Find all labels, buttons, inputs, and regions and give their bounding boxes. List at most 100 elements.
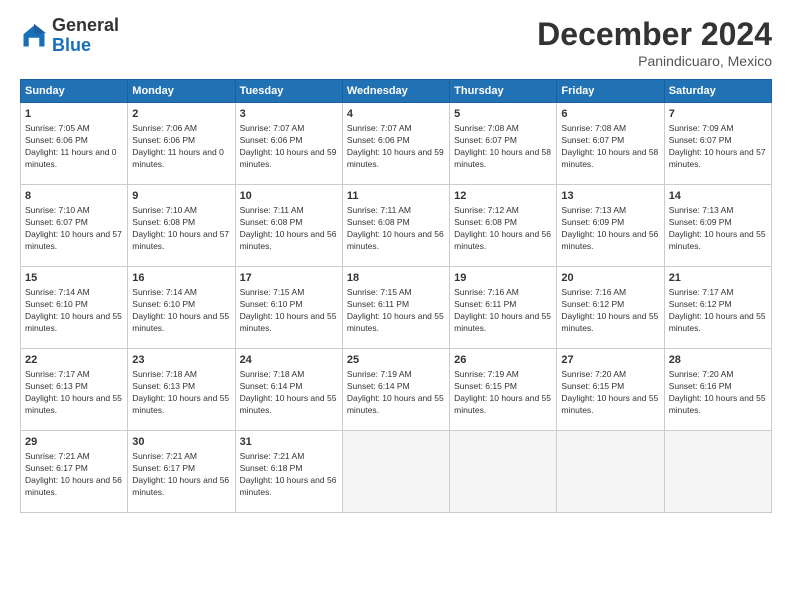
day-header-sunday: Sunday [21,80,128,103]
logo-text: General Blue [52,16,119,56]
calendar-cell [664,431,771,513]
calendar-cell: 6Sunrise: 7:08 AMSunset: 6:07 PMDaylight… [557,103,664,185]
calendar-cell: 18Sunrise: 7:15 AMSunset: 6:11 PMDayligh… [342,267,449,349]
day-content: Sunrise: 7:13 AMSunset: 6:09 PMDaylight:… [669,205,767,253]
day-number: 16 [132,271,230,286]
day-content: Sunrise: 7:07 AMSunset: 6:06 PMDaylight:… [347,123,445,171]
calendar-cell: 2Sunrise: 7:06 AMSunset: 6:06 PMDaylight… [128,103,235,185]
day-content: Sunrise: 7:15 AMSunset: 6:11 PMDaylight:… [347,287,445,335]
calendar-cell: 20Sunrise: 7:16 AMSunset: 6:12 PMDayligh… [557,267,664,349]
day-content: Sunrise: 7:20 AMSunset: 6:15 PMDaylight:… [561,369,659,417]
day-header-monday: Monday [128,80,235,103]
day-content: Sunrise: 7:20 AMSunset: 6:16 PMDaylight:… [669,369,767,417]
calendar-cell: 30Sunrise: 7:21 AMSunset: 6:17 PMDayligh… [128,431,235,513]
day-content: Sunrise: 7:21 AMSunset: 6:17 PMDaylight:… [132,451,230,499]
logo-icon [20,22,48,50]
logo-blue: Blue [52,35,91,55]
day-content: Sunrise: 7:19 AMSunset: 6:15 PMDaylight:… [454,369,552,417]
day-header-tuesday: Tuesday [235,80,342,103]
day-number: 13 [561,189,659,204]
calendar-cell: 23Sunrise: 7:18 AMSunset: 6:13 PMDayligh… [128,349,235,431]
day-number: 21 [669,271,767,286]
day-content: Sunrise: 7:19 AMSunset: 6:14 PMDaylight:… [347,369,445,417]
calendar-cell: 12Sunrise: 7:12 AMSunset: 6:08 PMDayligh… [450,185,557,267]
day-number: 11 [347,189,445,204]
page: General Blue December 2024 Panindicuaro,… [0,0,792,612]
calendar-cell: 14Sunrise: 7:13 AMSunset: 6:09 PMDayligh… [664,185,771,267]
day-content: Sunrise: 7:15 AMSunset: 6:10 PMDaylight:… [240,287,338,335]
calendar-cell: 21Sunrise: 7:17 AMSunset: 6:12 PMDayligh… [664,267,771,349]
day-number: 26 [454,353,552,368]
day-content: Sunrise: 7:14 AMSunset: 6:10 PMDaylight:… [132,287,230,335]
header: General Blue December 2024 Panindicuaro,… [20,16,772,69]
calendar-week-4: 22Sunrise: 7:17 AMSunset: 6:13 PMDayligh… [21,349,772,431]
calendar-cell [342,431,449,513]
day-number: 27 [561,353,659,368]
calendar-cell: 29Sunrise: 7:21 AMSunset: 6:17 PMDayligh… [21,431,128,513]
calendar-cell: 5Sunrise: 7:08 AMSunset: 6:07 PMDaylight… [450,103,557,185]
day-header-friday: Friday [557,80,664,103]
day-content: Sunrise: 7:18 AMSunset: 6:13 PMDaylight:… [132,369,230,417]
day-number: 25 [347,353,445,368]
calendar-cell: 27Sunrise: 7:20 AMSunset: 6:15 PMDayligh… [557,349,664,431]
day-number: 19 [454,271,552,286]
calendar-cell: 4Sunrise: 7:07 AMSunset: 6:06 PMDaylight… [342,103,449,185]
calendar-cell: 22Sunrise: 7:17 AMSunset: 6:13 PMDayligh… [21,349,128,431]
day-number: 4 [347,107,445,122]
day-number: 17 [240,271,338,286]
calendar-cell: 13Sunrise: 7:13 AMSunset: 6:09 PMDayligh… [557,185,664,267]
calendar-cell: 8Sunrise: 7:10 AMSunset: 6:07 PMDaylight… [21,185,128,267]
calendar-cell: 1Sunrise: 7:05 AMSunset: 6:06 PMDaylight… [21,103,128,185]
day-number: 31 [240,435,338,450]
logo-general: General [52,15,119,35]
calendar-cell [557,431,664,513]
day-content: Sunrise: 7:17 AMSunset: 6:12 PMDaylight:… [669,287,767,335]
day-content: Sunrise: 7:10 AMSunset: 6:08 PMDaylight:… [132,205,230,253]
day-number: 2 [132,107,230,122]
day-content: Sunrise: 7:06 AMSunset: 6:06 PMDaylight:… [132,123,230,171]
day-content: Sunrise: 7:07 AMSunset: 6:06 PMDaylight:… [240,123,338,171]
calendar-cell: 25Sunrise: 7:19 AMSunset: 6:14 PMDayligh… [342,349,449,431]
day-number: 30 [132,435,230,450]
day-number: 8 [25,189,123,204]
logo: General Blue [20,16,119,56]
calendar-subtitle: Panindicuaro, Mexico [537,53,772,69]
calendar-cell: 3Sunrise: 7:07 AMSunset: 6:06 PMDaylight… [235,103,342,185]
calendar-week-5: 29Sunrise: 7:21 AMSunset: 6:17 PMDayligh… [21,431,772,513]
title-block: December 2024 Panindicuaro, Mexico [537,16,772,69]
calendar-week-2: 8Sunrise: 7:10 AMSunset: 6:07 PMDaylight… [21,185,772,267]
day-number: 9 [132,189,230,204]
calendar-cell: 15Sunrise: 7:14 AMSunset: 6:10 PMDayligh… [21,267,128,349]
calendar-cell: 9Sunrise: 7:10 AMSunset: 6:08 PMDaylight… [128,185,235,267]
calendar-cell: 19Sunrise: 7:16 AMSunset: 6:11 PMDayligh… [450,267,557,349]
day-number: 29 [25,435,123,450]
day-header-thursday: Thursday [450,80,557,103]
calendar-week-1: 1Sunrise: 7:05 AMSunset: 6:06 PMDaylight… [21,103,772,185]
day-content: Sunrise: 7:21 AMSunset: 6:17 PMDaylight:… [25,451,123,499]
day-content: Sunrise: 7:17 AMSunset: 6:13 PMDaylight:… [25,369,123,417]
day-content: Sunrise: 7:10 AMSunset: 6:07 PMDaylight:… [25,205,123,253]
calendar-cell: 10Sunrise: 7:11 AMSunset: 6:08 PMDayligh… [235,185,342,267]
day-header-saturday: Saturday [664,80,771,103]
day-number: 28 [669,353,767,368]
day-number: 23 [132,353,230,368]
day-content: Sunrise: 7:11 AMSunset: 6:08 PMDaylight:… [240,205,338,253]
day-content: Sunrise: 7:18 AMSunset: 6:14 PMDaylight:… [240,369,338,417]
calendar-header-row: SundayMondayTuesdayWednesdayThursdayFrid… [21,80,772,103]
day-header-wednesday: Wednesday [342,80,449,103]
day-number: 18 [347,271,445,286]
day-content: Sunrise: 7:05 AMSunset: 6:06 PMDaylight:… [25,123,123,171]
calendar-cell: 31Sunrise: 7:21 AMSunset: 6:18 PMDayligh… [235,431,342,513]
calendar-cell: 16Sunrise: 7:14 AMSunset: 6:10 PMDayligh… [128,267,235,349]
day-content: Sunrise: 7:08 AMSunset: 6:07 PMDaylight:… [561,123,659,171]
calendar-cell: 24Sunrise: 7:18 AMSunset: 6:14 PMDayligh… [235,349,342,431]
day-content: Sunrise: 7:21 AMSunset: 6:18 PMDaylight:… [240,451,338,499]
calendar-week-3: 15Sunrise: 7:14 AMSunset: 6:10 PMDayligh… [21,267,772,349]
day-number: 14 [669,189,767,204]
calendar-cell: 11Sunrise: 7:11 AMSunset: 6:08 PMDayligh… [342,185,449,267]
calendar-cell [450,431,557,513]
day-number: 12 [454,189,552,204]
day-content: Sunrise: 7:08 AMSunset: 6:07 PMDaylight:… [454,123,552,171]
day-number: 6 [561,107,659,122]
day-content: Sunrise: 7:11 AMSunset: 6:08 PMDaylight:… [347,205,445,253]
